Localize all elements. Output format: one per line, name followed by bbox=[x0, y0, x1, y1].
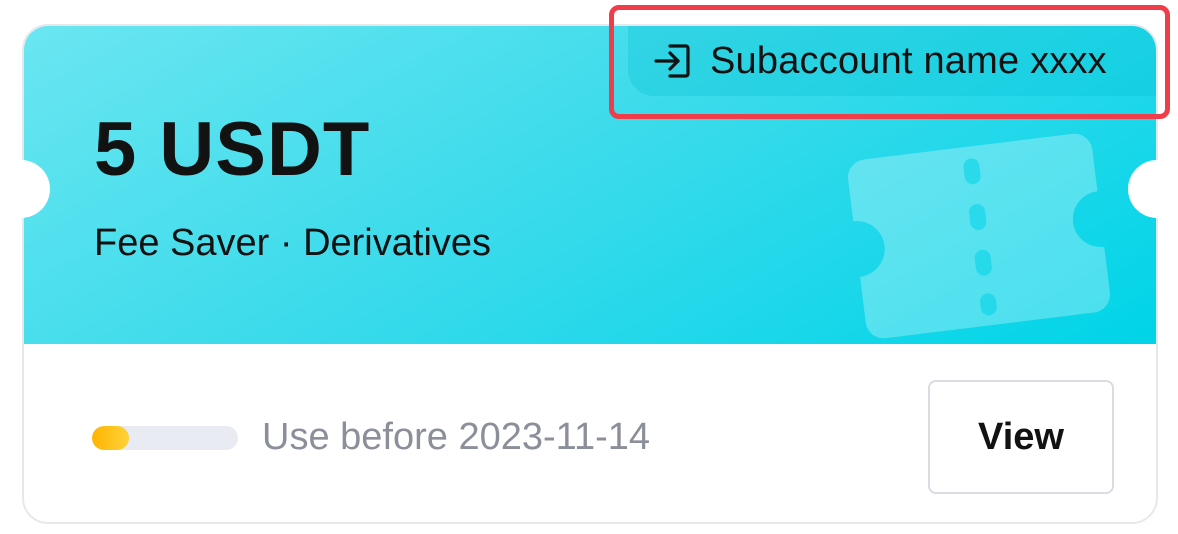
ticket-notch-right bbox=[1128, 160, 1178, 218]
voucher-banner: Subaccount name xxxx 5 USDT Fee Saver · … bbox=[24, 26, 1156, 344]
expiry-progress-bar bbox=[92, 426, 238, 450]
voucher-screen: Subaccount name xxxx 5 USDT Fee Saver · … bbox=[0, 0, 1178, 534]
expiry-progress-fill bbox=[92, 426, 129, 450]
ticket-icon bbox=[848, 133, 1110, 339]
subaccount-badge[interactable]: Subaccount name xxxx bbox=[628, 26, 1156, 96]
subaccount-name: Subaccount name xxxx bbox=[710, 39, 1107, 82]
voucher-amount: 5 USDT bbox=[94, 107, 371, 192]
login-arrow-icon bbox=[652, 40, 694, 82]
voucher-card: Subaccount name xxxx 5 USDT Fee Saver · … bbox=[22, 24, 1158, 524]
expiry-date: Use before 2023-11-14 bbox=[262, 416, 650, 458]
voucher-type: Fee Saver · Derivatives bbox=[94, 222, 492, 264]
view-button[interactable]: View bbox=[928, 380, 1114, 494]
